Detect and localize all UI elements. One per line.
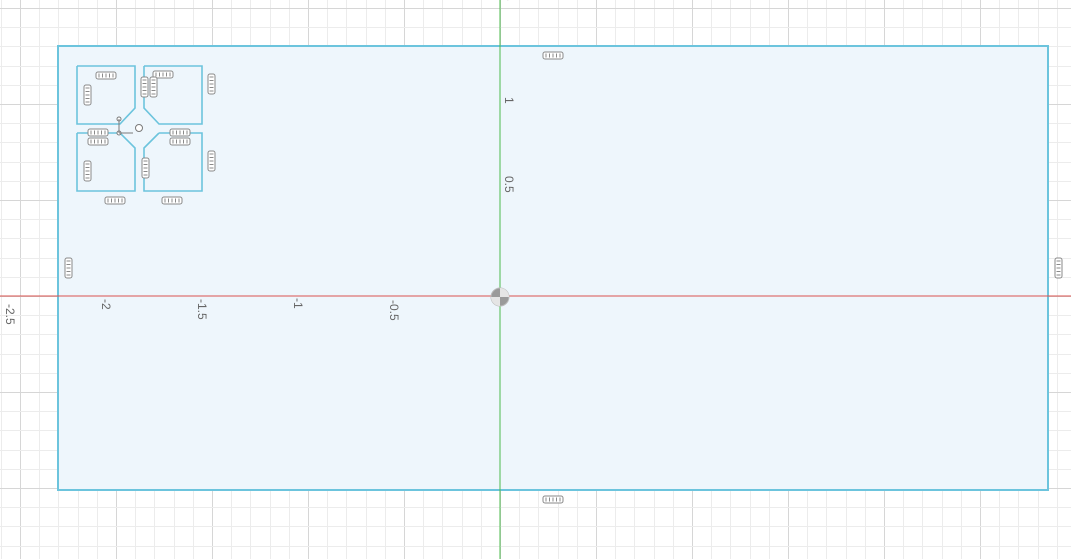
vertical-constraint-icon[interactable] — [1054, 257, 1063, 279]
x-axis-label: -2 — [99, 299, 113, 310]
vertical-constraint-icon[interactable] — [140, 76, 149, 98]
vertical-constraint-icon[interactable] — [207, 150, 216, 172]
horizontal-constraint-icon[interactable] — [87, 137, 109, 146]
coincident-point-icon[interactable] — [135, 124, 143, 132]
horizontal-constraint-icon[interactable] — [542, 51, 564, 60]
origin-icon[interactable] — [490, 287, 510, 307]
x-axis-label: -1 — [291, 298, 305, 309]
vertical-constraint-icon[interactable] — [83, 160, 92, 182]
horizontal-constraint-icon[interactable] — [95, 71, 117, 80]
x-axis-label: -1.5 — [195, 299, 209, 320]
horizontal-constraint-icon[interactable] — [169, 128, 191, 137]
vertical-constraint-icon[interactable] — [83, 84, 92, 106]
y-axis-label: 5 — [502, 0, 516, 1]
horizontal-constraint-icon[interactable] — [542, 495, 564, 504]
y-axis-label: 0.5 — [502, 176, 516, 193]
rectangle-profile[interactable] — [57, 45, 1049, 491]
sketch-canvas[interactable] — [0, 0, 1071, 559]
horizontal-constraint-icon[interactable] — [87, 128, 109, 137]
horizontal-constraint-icon[interactable] — [161, 196, 183, 205]
vertical-constraint-icon[interactable] — [141, 157, 150, 179]
x-axis-label: -0.5 — [387, 300, 401, 321]
y-axis-label: 1 — [502, 97, 516, 104]
vertical-constraint-icon[interactable] — [207, 73, 216, 95]
vertical-constraint-icon[interactable] — [64, 257, 73, 279]
vertical-constraint-icon[interactable] — [149, 76, 158, 98]
horizontal-constraint-icon[interactable] — [104, 196, 126, 205]
x-axis-label: -2.5 — [3, 304, 17, 325]
horizontal-constraint-icon[interactable] — [169, 137, 191, 146]
